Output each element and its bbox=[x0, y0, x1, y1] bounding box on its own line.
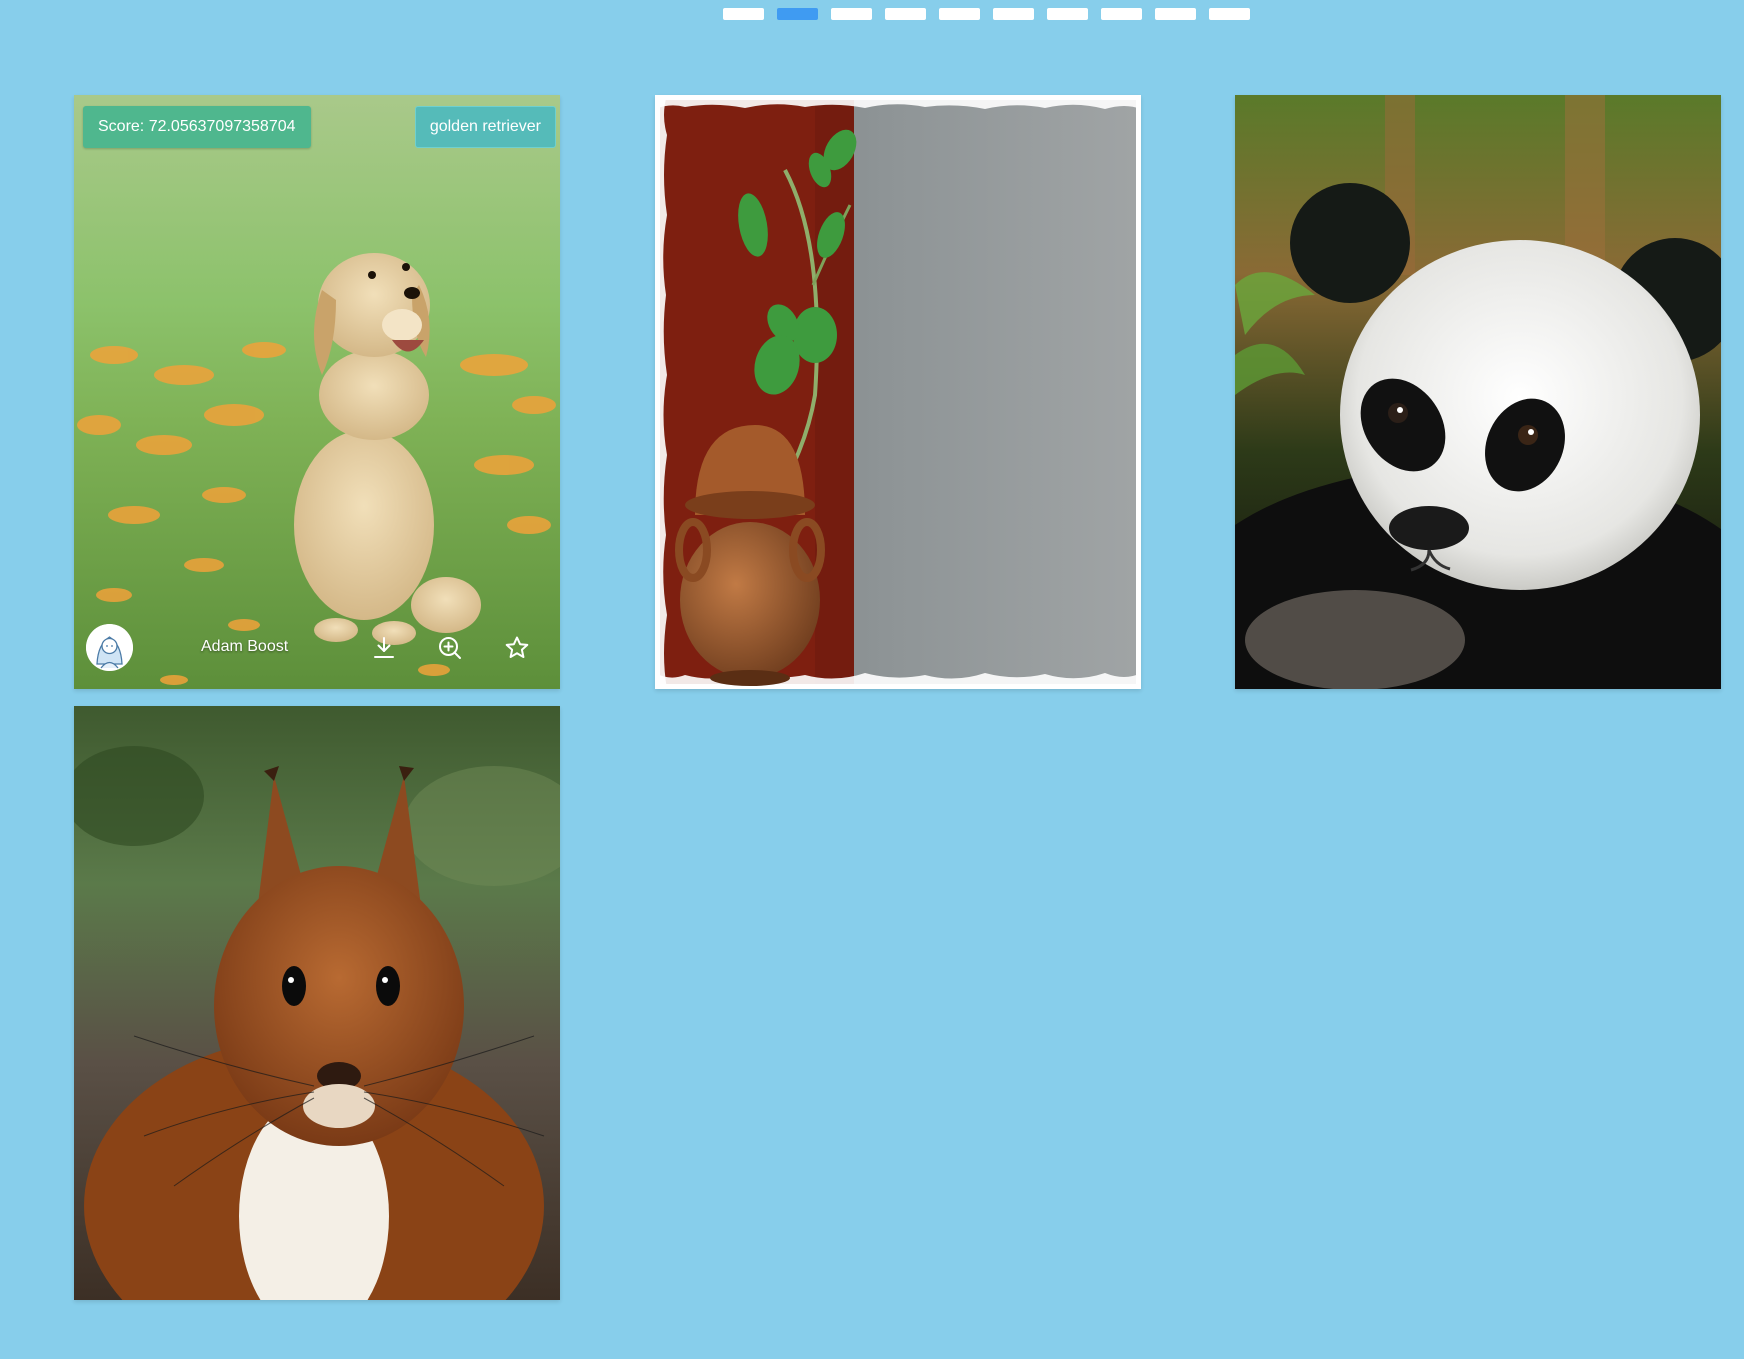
download-icon[interactable] bbox=[370, 634, 398, 662]
author-name: Adam Boost bbox=[201, 638, 289, 655]
page-dot-3[interactable] bbox=[831, 8, 872, 20]
puppy-photo bbox=[74, 95, 560, 689]
page-dot-10[interactable] bbox=[1209, 8, 1250, 20]
page-dot-1[interactable] bbox=[723, 8, 764, 20]
user-avatar-icon[interactable] bbox=[86, 624, 133, 671]
label-badge[interactable]: golden retriever bbox=[414, 106, 556, 148]
panda-photo bbox=[1235, 95, 1721, 689]
page-dot-4[interactable] bbox=[885, 8, 926, 20]
page-dot-8[interactable] bbox=[1101, 8, 1142, 20]
page-dot-6[interactable] bbox=[993, 8, 1034, 20]
page-dot-2[interactable] bbox=[777, 8, 818, 20]
score-badge: Score: 72.05637097358704 bbox=[83, 106, 311, 148]
image-card-plant-pot[interactable] bbox=[655, 95, 1141, 689]
plant-pot-photo bbox=[655, 95, 1141, 689]
star-icon[interactable] bbox=[503, 634, 531, 662]
image-card-squirrel[interactable] bbox=[74, 706, 560, 1300]
image-card-panda[interactable] bbox=[1235, 95, 1721, 689]
page-dot-9[interactable] bbox=[1155, 8, 1196, 20]
image-card-puppy[interactable]: Score: 72.05637097358704 golden retrieve… bbox=[74, 95, 560, 689]
pagination bbox=[723, 8, 1250, 20]
card-footer: Adam Boost bbox=[74, 609, 560, 689]
page-dot-5[interactable] bbox=[939, 8, 980, 20]
squirrel-photo bbox=[74, 706, 560, 1300]
zoom-in-icon[interactable] bbox=[436, 634, 464, 662]
page-dot-7[interactable] bbox=[1047, 8, 1088, 20]
